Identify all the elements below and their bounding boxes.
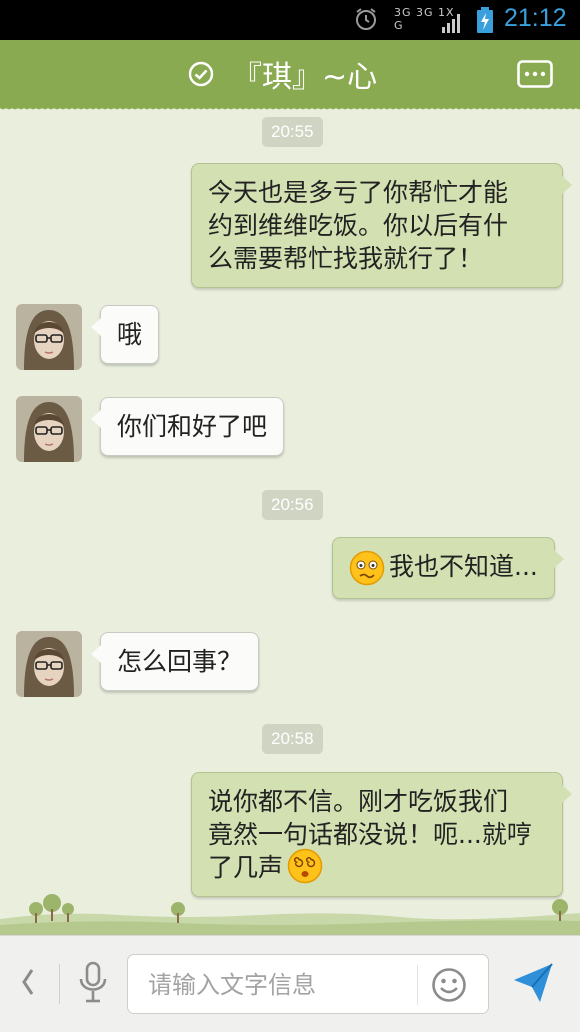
incoming-message[interactable]: 你们和好了吧 xyxy=(90,397,285,456)
message-line: 说你都不信。刚才吃饭我们 xyxy=(208,787,509,816)
status-bar: 3G 3G 1X G 21:12 xyxy=(0,0,580,40)
contact-avatar[interactable] xyxy=(16,631,82,697)
message-line: 竟然一句话都没说！呃...就哼 xyxy=(208,820,532,849)
chat-header: 『琪』~心 xyxy=(0,40,580,112)
battery-charging-icon xyxy=(477,7,493,33)
divider xyxy=(417,965,418,1005)
dizzy-face-icon xyxy=(287,848,323,884)
chevron-left-icon[interactable] xyxy=(18,966,38,998)
send-icon[interactable] xyxy=(510,960,556,1006)
contact-avatar[interactable] xyxy=(16,304,82,370)
incoming-message[interactable]: 怎么回事？ xyxy=(90,632,260,691)
chat-message-list[interactable]: 20:55 今天也是多亏了你帮忙才能 约到维维吃饭。你以后有什 么需要帮忙找我就… xyxy=(0,106,580,936)
signal-strength-icon xyxy=(442,14,460,33)
outgoing-message[interactable]: 我也不知道... xyxy=(332,537,564,599)
outgoing-message[interactable]: 今天也是多亏了你帮忙才能 约到维维吃饭。你以后有什 么需要帮忙找我就行了！ xyxy=(191,163,572,288)
confused-face-icon xyxy=(349,550,385,586)
chat-title-group[interactable]: 『琪』~心 xyxy=(188,54,378,95)
outgoing-message[interactable]: 说你都不信。刚才吃饭我们 竟然一句话都没说！呃...就哼 了几声 xyxy=(191,772,572,897)
message-last-line: 了几声 xyxy=(208,848,546,884)
message-text: 你们和好了吧 xyxy=(117,412,268,441)
incoming-message[interactable]: 哦 xyxy=(90,305,160,364)
message-line: 约到维维吃饭。你以后有什 xyxy=(208,211,509,240)
message-timestamp: 20:55 xyxy=(262,117,323,147)
status-time: 21:12 xyxy=(504,4,567,32)
message-line: 了几声 xyxy=(208,853,284,882)
online-check-icon xyxy=(188,61,214,87)
alarm-clock-icon xyxy=(356,8,376,30)
chat-title: 『琪』~心 xyxy=(232,60,378,95)
message-text: 我也不知道... xyxy=(389,552,538,581)
message-text: 哦 xyxy=(117,320,143,349)
message-input-container xyxy=(127,954,489,1014)
message-line: 么需要帮忙找我就行了！ xyxy=(208,244,484,273)
message-timestamp: 20:58 xyxy=(262,724,323,754)
more-menu-icon[interactable] xyxy=(517,60,553,88)
message-line: 今天也是多亏了你帮忙才能 xyxy=(208,178,509,207)
message-text: 怎么回事？ xyxy=(117,647,243,676)
divider xyxy=(59,964,60,1004)
message-timestamp: 20:56 xyxy=(262,490,323,520)
emoji-picker-icon[interactable] xyxy=(431,967,467,1003)
message-input-bar xyxy=(0,935,580,1032)
network-indicator: 3G 3G 1X G xyxy=(392,5,460,35)
microphone-icon[interactable] xyxy=(78,961,108,1003)
message-input[interactable] xyxy=(146,967,420,1003)
contact-avatar[interactable] xyxy=(16,396,82,462)
